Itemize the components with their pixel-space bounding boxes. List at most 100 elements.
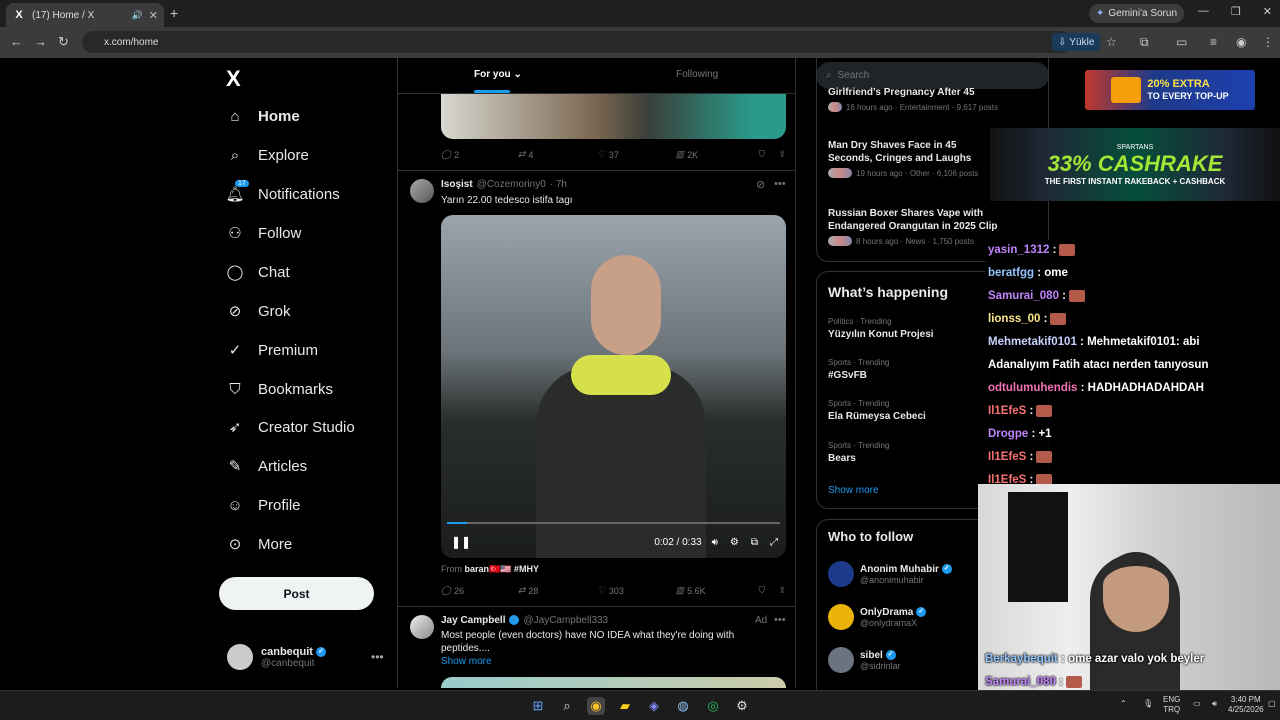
star-icon[interactable]: ☆	[1106, 35, 1117, 49]
chrome-icon[interactable]: ◉	[587, 697, 605, 715]
trend-item[interactable]: Sports · Trending Bears	[828, 441, 889, 464]
repost-button[interactable]: ⇄ 28	[518, 585, 598, 596]
pause-icon[interactable]: ❚❚	[451, 535, 471, 549]
chat-username[interactable]: Berkaybequit	[985, 653, 1058, 665]
follow-suggestion[interactable]: OnlyDrama ✓ @onlydramaX	[828, 604, 927, 630]
like-button[interactable]: ♡ 37	[598, 149, 676, 160]
back-icon[interactable]: ←	[10, 34, 23, 49]
trend-item[interactable]: Politics · Trending Yüzyılın Konut Projes…	[828, 317, 934, 340]
chat-username[interactable]: Samurai_080	[988, 290, 1059, 302]
volume-icon[interactable]: 🔊︎	[1212, 699, 1217, 709]
chat-username[interactable]: Il1EfeS	[988, 405, 1026, 417]
new-tab-button[interactable]: +	[170, 5, 178, 21]
show-more-link[interactable]: Show more	[828, 485, 879, 496]
chat-username[interactable]: Samurai_080	[985, 676, 1056, 688]
gemini-button[interactable]: ✦ Gemini'a Sorun	[1089, 4, 1184, 23]
news-item[interactable]: Russian Boxer Shares Vape with Endangere…	[828, 207, 998, 246]
tab-for-you[interactable]: For you ⌄	[474, 69, 522, 93]
x-logo-icon[interactable]: X	[226, 66, 241, 92]
audio-icon[interactable]: 🔊	[132, 10, 143, 21]
notification-icon[interactable]: ▢	[1268, 699, 1276, 709]
previous-post-media[interactable]	[441, 94, 786, 139]
sidebar-item-bookmarks[interactable]: ⛉ Bookmarks	[226, 377, 333, 401]
bookmark-button[interactable]: ⛉	[758, 149, 778, 160]
profile-icon[interactable]: ◉	[1236, 35, 1246, 49]
spotify-icon[interactable]: ◎	[704, 697, 722, 715]
clock[interactable]: 3:40 PM 4/25/2026	[1228, 695, 1264, 715]
follow-suggestion[interactable]: sibel ✓ @sidrinlar	[828, 647, 901, 673]
show-more-link[interactable]: Show more	[441, 656, 492, 667]
browser-tab[interactable]: X (17) Home / X 🔊 ✕	[6, 3, 164, 27]
news-item[interactable]: Girlfriend’s Pregnancy After 45 Days Dat…	[828, 86, 998, 112]
chat-username[interactable]: Mehmetakif0101	[988, 336, 1077, 348]
news-item[interactable]: Man Dry Shaves Face in 45 Seconds, Cring…	[828, 139, 998, 178]
ad-media[interactable]	[441, 677, 786, 688]
maximize-icon[interactable]: ❐	[1231, 5, 1241, 18]
sidebar-item-profile[interactable]: ☺ Profile	[226, 493, 300, 517]
chat-username[interactable]: Il1EfeS	[988, 451, 1026, 463]
pip-icon[interactable]: ⧉	[751, 537, 758, 548]
video-player[interactable]: ❚❚ 0:02 / 0:33 🔊︎ ⚙ ⧉ ⤢	[441, 215, 786, 558]
avatar[interactable]	[410, 179, 434, 203]
menu-icon[interactable]: ⋮	[1262, 35, 1274, 49]
more-options-icon[interactable]: •••	[774, 614, 786, 626]
trend-item[interactable]: Sports · Trending #GSvFB	[828, 358, 889, 381]
share-icon[interactable]: ⇪	[778, 149, 786, 160]
extensions-icon[interactable]: ⧉	[1140, 35, 1149, 50]
cast-icon[interactable]: ▭	[1176, 35, 1187, 49]
video-progress-bar[interactable]	[447, 522, 780, 524]
chat-username[interactable]: odtulumuhendis	[988, 382, 1077, 394]
close-tab-icon[interactable]: ✕	[149, 9, 158, 22]
sidebar-item-more[interactable]: ⊙ More	[226, 532, 292, 556]
volume-icon[interactable]: 🔊︎	[712, 537, 718, 548]
more-options-icon[interactable]: •••	[774, 178, 786, 190]
network-icon[interactable]: ▭	[1193, 699, 1201, 709]
follow-suggestion[interactable]: Anonim Muhabir ✓ @anonimuhabir	[828, 561, 952, 587]
sidebar-item-explore[interactable]: ⌕ Explore	[226, 143, 309, 167]
url-field[interactable]: x.com/home	[82, 31, 1072, 53]
account-switcher[interactable]: canbequit ✓ @canbequit	[227, 644, 327, 670]
sidebar-item-chat[interactable]: ◯ Chat	[226, 260, 290, 284]
microphone-icon[interactable]: 🎙︎	[1143, 699, 1153, 709]
share-icon[interactable]: ⇪	[778, 585, 786, 596]
chat-username[interactable]: Drogpe	[988, 428, 1028, 440]
steam-icon[interactable]: ◍	[674, 697, 692, 715]
account-more-icon[interactable]: •••	[371, 650, 384, 664]
repost-button[interactable]: ⇄ 4	[518, 149, 598, 160]
chat-username[interactable]: yasin_1312	[988, 244, 1049, 256]
sidebar-item-home[interactable]: ⌂ Home	[226, 104, 299, 128]
reply-button[interactable]: ◯ 26	[441, 585, 518, 596]
sidebar-item-creator-studio[interactable]: ➶ Creator Studio	[226, 415, 355, 439]
bookmark-button[interactable]: ⛉	[758, 585, 778, 596]
post-button[interactable]: Post	[219, 577, 374, 610]
tab-following[interactable]: Following	[676, 69, 718, 80]
search-icon[interactable]: ⌕	[558, 697, 576, 715]
forward-icon[interactable]: →	[34, 34, 47, 49]
grok-analyze-icon[interactable]: ⊘	[756, 178, 765, 191]
chat-username[interactable]: lionss_00	[988, 313, 1040, 325]
trend-item[interactable]: Sports · Trending Ela Rümeysa Cebeci	[828, 399, 926, 422]
views-button[interactable]: ▥ 2K	[676, 149, 759, 160]
avatar[interactable]	[410, 615, 434, 639]
reload-icon[interactable]: ↻	[58, 34, 69, 50]
fullscreen-icon[interactable]: ⤢	[770, 537, 778, 548]
start-icon[interactable]: ⊞	[529, 697, 547, 715]
folder-icon[interactable]: ▰	[616, 697, 634, 715]
settings-icon[interactable]: ⚙	[730, 537, 739, 548]
sidebar-item-articles[interactable]: ✎ Articles	[226, 454, 307, 478]
close-window-icon[interactable]: ✕	[1263, 5, 1272, 18]
app-icon[interactable]: ⚙	[733, 697, 751, 715]
views-button[interactable]: ▥ 5.6K	[676, 585, 759, 596]
sidebar-item-follow[interactable]: ⚇ Follow	[226, 221, 301, 245]
media-icon[interactable]: ≡	[1210, 35, 1217, 49]
discord-icon[interactable]: ◈	[645, 697, 663, 715]
reply-button[interactable]: ◯ 2	[441, 149, 518, 160]
like-button[interactable]: ♡ 303	[598, 585, 676, 596]
minimize-icon[interactable]: —	[1198, 5, 1209, 18]
chat-username[interactable]: beratfgg	[988, 267, 1034, 279]
sidebar-item-grok[interactable]: ⊘ Grok	[226, 299, 291, 323]
sidebar-item-notifications[interactable]: 🔔︎ 17 Notifications	[225, 180, 340, 206]
install-button[interactable]: ⇩ Yükle	[1052, 33, 1101, 51]
sidebar-item-premium[interactable]: ✓ Premium	[226, 338, 318, 362]
language-indicator[interactable]: ENG TRQ	[1163, 695, 1180, 715]
